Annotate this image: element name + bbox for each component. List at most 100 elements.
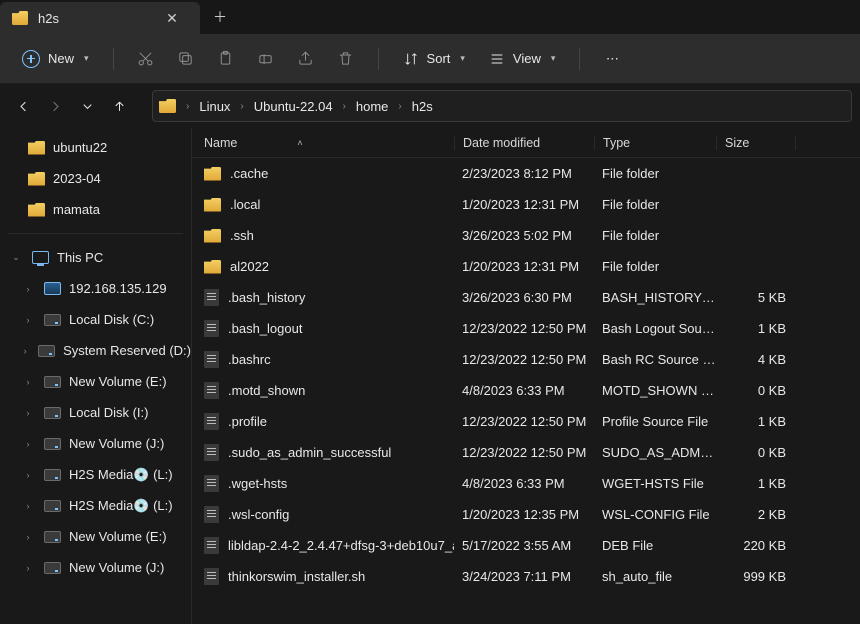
file-size: 5 KB (716, 290, 796, 305)
file-row[interactable]: .cache 2/23/2023 8:12 PM File folder (192, 158, 860, 189)
tree-toggle-icon[interactable]: › (20, 501, 36, 511)
sidebar-tree-item[interactable]: ⌄ This PC (0, 242, 191, 273)
file-icon (204, 382, 219, 399)
crumb-segment[interactable]: h2s (408, 95, 437, 118)
folder-icon (12, 11, 28, 25)
tab-title: h2s (38, 11, 148, 26)
column-date[interactable]: Date modified (454, 136, 594, 150)
file-name: libldap-2.4-2_2.4.47+dfsg-3+deb10u7_a... (228, 538, 454, 553)
cut-button[interactable] (128, 42, 164, 76)
sidebar-quickaccess-item[interactable]: 2023-04 (0, 163, 191, 194)
tree-toggle-icon[interactable]: › (20, 284, 36, 294)
sidebar-tree-item[interactable]: › Local Disk (I:) (0, 397, 191, 428)
file-type: Bash Logout Sour... (594, 321, 716, 336)
breadcrumb[interactable]: › Linux › Ubuntu-22.04 › home › h2s (152, 90, 852, 122)
drive-icon (44, 469, 61, 481)
close-icon[interactable]: ✕ (158, 10, 186, 27)
file-row[interactable]: thinkorswim_installer.sh 3/24/2023 7:11 … (192, 561, 860, 592)
view-button[interactable]: View ▾ (479, 46, 565, 72)
tree-toggle-icon[interactable]: › (20, 315, 36, 325)
delete-button[interactable] (328, 42, 364, 76)
new-tab-button[interactable]: ＋ (200, 0, 240, 34)
file-name: .motd_shown (228, 383, 305, 398)
file-date: 1/20/2023 12:35 PM (454, 507, 594, 522)
crumb-segment[interactable]: Ubuntu-22.04 (250, 95, 337, 118)
column-type[interactable]: Type (594, 136, 716, 150)
tree-toggle-icon[interactable]: › (20, 346, 30, 356)
sidebar-tree-item[interactable]: › 192.168.135.129 (0, 273, 191, 304)
chevron-right-icon: › (180, 101, 195, 112)
file-row[interactable]: .wget-hsts 4/8/2023 6:33 PM WGET-HSTS Fi… (192, 468, 860, 499)
sidebar-item-label: New Volume (J:) (69, 560, 164, 575)
drive-icon (44, 314, 61, 326)
file-row[interactable]: al2022 1/20/2023 12:31 PM File folder (192, 251, 860, 282)
file-row[interactable]: .wsl-config 1/20/2023 12:35 PM WSL-CONFI… (192, 499, 860, 530)
crumb-segment[interactable]: home (352, 95, 393, 118)
file-row[interactable]: .bashrc 12/23/2022 12:50 PM Bash RC Sour… (192, 344, 860, 375)
sidebar-tree-item[interactable]: › New Volume (J:) (0, 428, 191, 459)
back-button[interactable] (8, 91, 38, 121)
main: ubuntu22 2023-04 mamata ⌄ This PC› 192.1… (0, 128, 860, 624)
sidebar-tree-item[interactable]: › New Volume (E:) (0, 521, 191, 552)
new-button[interactable]: New ▾ (12, 45, 99, 73)
chevron-right-icon: › (234, 101, 249, 112)
recent-button[interactable] (72, 91, 102, 121)
toolbar: New ▾ Sort ▾ View ▾ ⋯ (0, 34, 860, 84)
up-button[interactable] (104, 91, 134, 121)
drive-icon (44, 407, 61, 419)
file-row[interactable]: .sudo_as_admin_successful 12/23/2022 12:… (192, 437, 860, 468)
tree-toggle-icon[interactable]: › (20, 532, 36, 542)
file-icon (204, 289, 219, 306)
file-row[interactable]: .bash_logout 12/23/2022 12:50 PM Bash Lo… (192, 313, 860, 344)
file-size: 1 KB (716, 321, 796, 336)
column-name[interactable]: Name ˄ (204, 136, 454, 150)
tree-toggle-icon[interactable]: › (20, 408, 36, 418)
file-type: File folder (594, 166, 716, 181)
sidebar-item-label: 192.168.135.129 (69, 281, 167, 296)
sidebar-tree-item[interactable]: › New Volume (J:) (0, 552, 191, 583)
file-type: WSL-CONFIG File (594, 507, 716, 522)
folder-icon (204, 198, 221, 212)
tree-toggle-icon[interactable]: › (20, 439, 36, 449)
sidebar: ubuntu22 2023-04 mamata ⌄ This PC› 192.1… (0, 128, 192, 624)
drive-icon (38, 345, 55, 357)
share-button[interactable] (288, 42, 324, 76)
file-name: .wget-hsts (228, 476, 287, 491)
file-icon (204, 568, 219, 585)
sidebar-quickaccess-item[interactable]: ubuntu22 (0, 132, 191, 163)
drive-icon (44, 438, 61, 450)
file-date: 12/23/2022 12:50 PM (454, 414, 594, 429)
file-icon (204, 444, 219, 461)
pc-icon (32, 251, 49, 264)
crumb-segment[interactable]: Linux (195, 95, 234, 118)
tree-toggle-icon[interactable]: › (20, 563, 36, 573)
file-row[interactable]: libldap-2.4-2_2.4.47+dfsg-3+deb10u7_a...… (192, 530, 860, 561)
column-size[interactable]: Size (716, 136, 796, 150)
file-row[interactable]: .ssh 3/26/2023 5:02 PM File folder (192, 220, 860, 251)
file-row[interactable]: .local 1/20/2023 12:31 PM File folder (192, 189, 860, 220)
window-tab[interactable]: h2s ✕ (0, 2, 200, 34)
sidebar-quickaccess-item[interactable]: mamata (0, 194, 191, 225)
sidebar-tree-item[interactable]: › H2S Media💿 (L:) (0, 459, 191, 490)
file-row[interactable]: .bash_history 3/26/2023 6:30 PM BASH_HIS… (192, 282, 860, 313)
tree-toggle-icon[interactable]: › (20, 470, 36, 480)
file-row[interactable]: .profile 12/23/2022 12:50 PM Profile Sou… (192, 406, 860, 437)
file-row[interactable]: .motd_shown 4/8/2023 6:33 PM MOTD_SHOWN … (192, 375, 860, 406)
copy-button[interactable] (168, 42, 204, 76)
tree-toggle-icon[interactable]: ⌄ (8, 252, 24, 263)
sort-button[interactable]: Sort ▾ (393, 46, 475, 72)
file-size: 0 KB (716, 445, 796, 460)
rename-button[interactable] (248, 42, 284, 76)
sidebar-tree-item[interactable]: › H2S Media💿 (L:) (0, 490, 191, 521)
more-button[interactable]: ⋯ (594, 42, 630, 76)
sidebar-tree-item[interactable]: › Local Disk (C:) (0, 304, 191, 335)
paste-button[interactable] (208, 42, 244, 76)
chevron-down-icon: ▾ (84, 53, 89, 64)
forward-button[interactable] (40, 91, 70, 121)
sidebar-tree-item[interactable]: › System Reserved (D:) (0, 335, 191, 366)
tree-toggle-icon[interactable]: › (20, 377, 36, 387)
new-label: New (48, 51, 74, 66)
chevron-right-icon: › (392, 101, 407, 112)
sidebar-item-label: Local Disk (I:) (69, 405, 148, 420)
sidebar-tree-item[interactable]: › New Volume (E:) (0, 366, 191, 397)
